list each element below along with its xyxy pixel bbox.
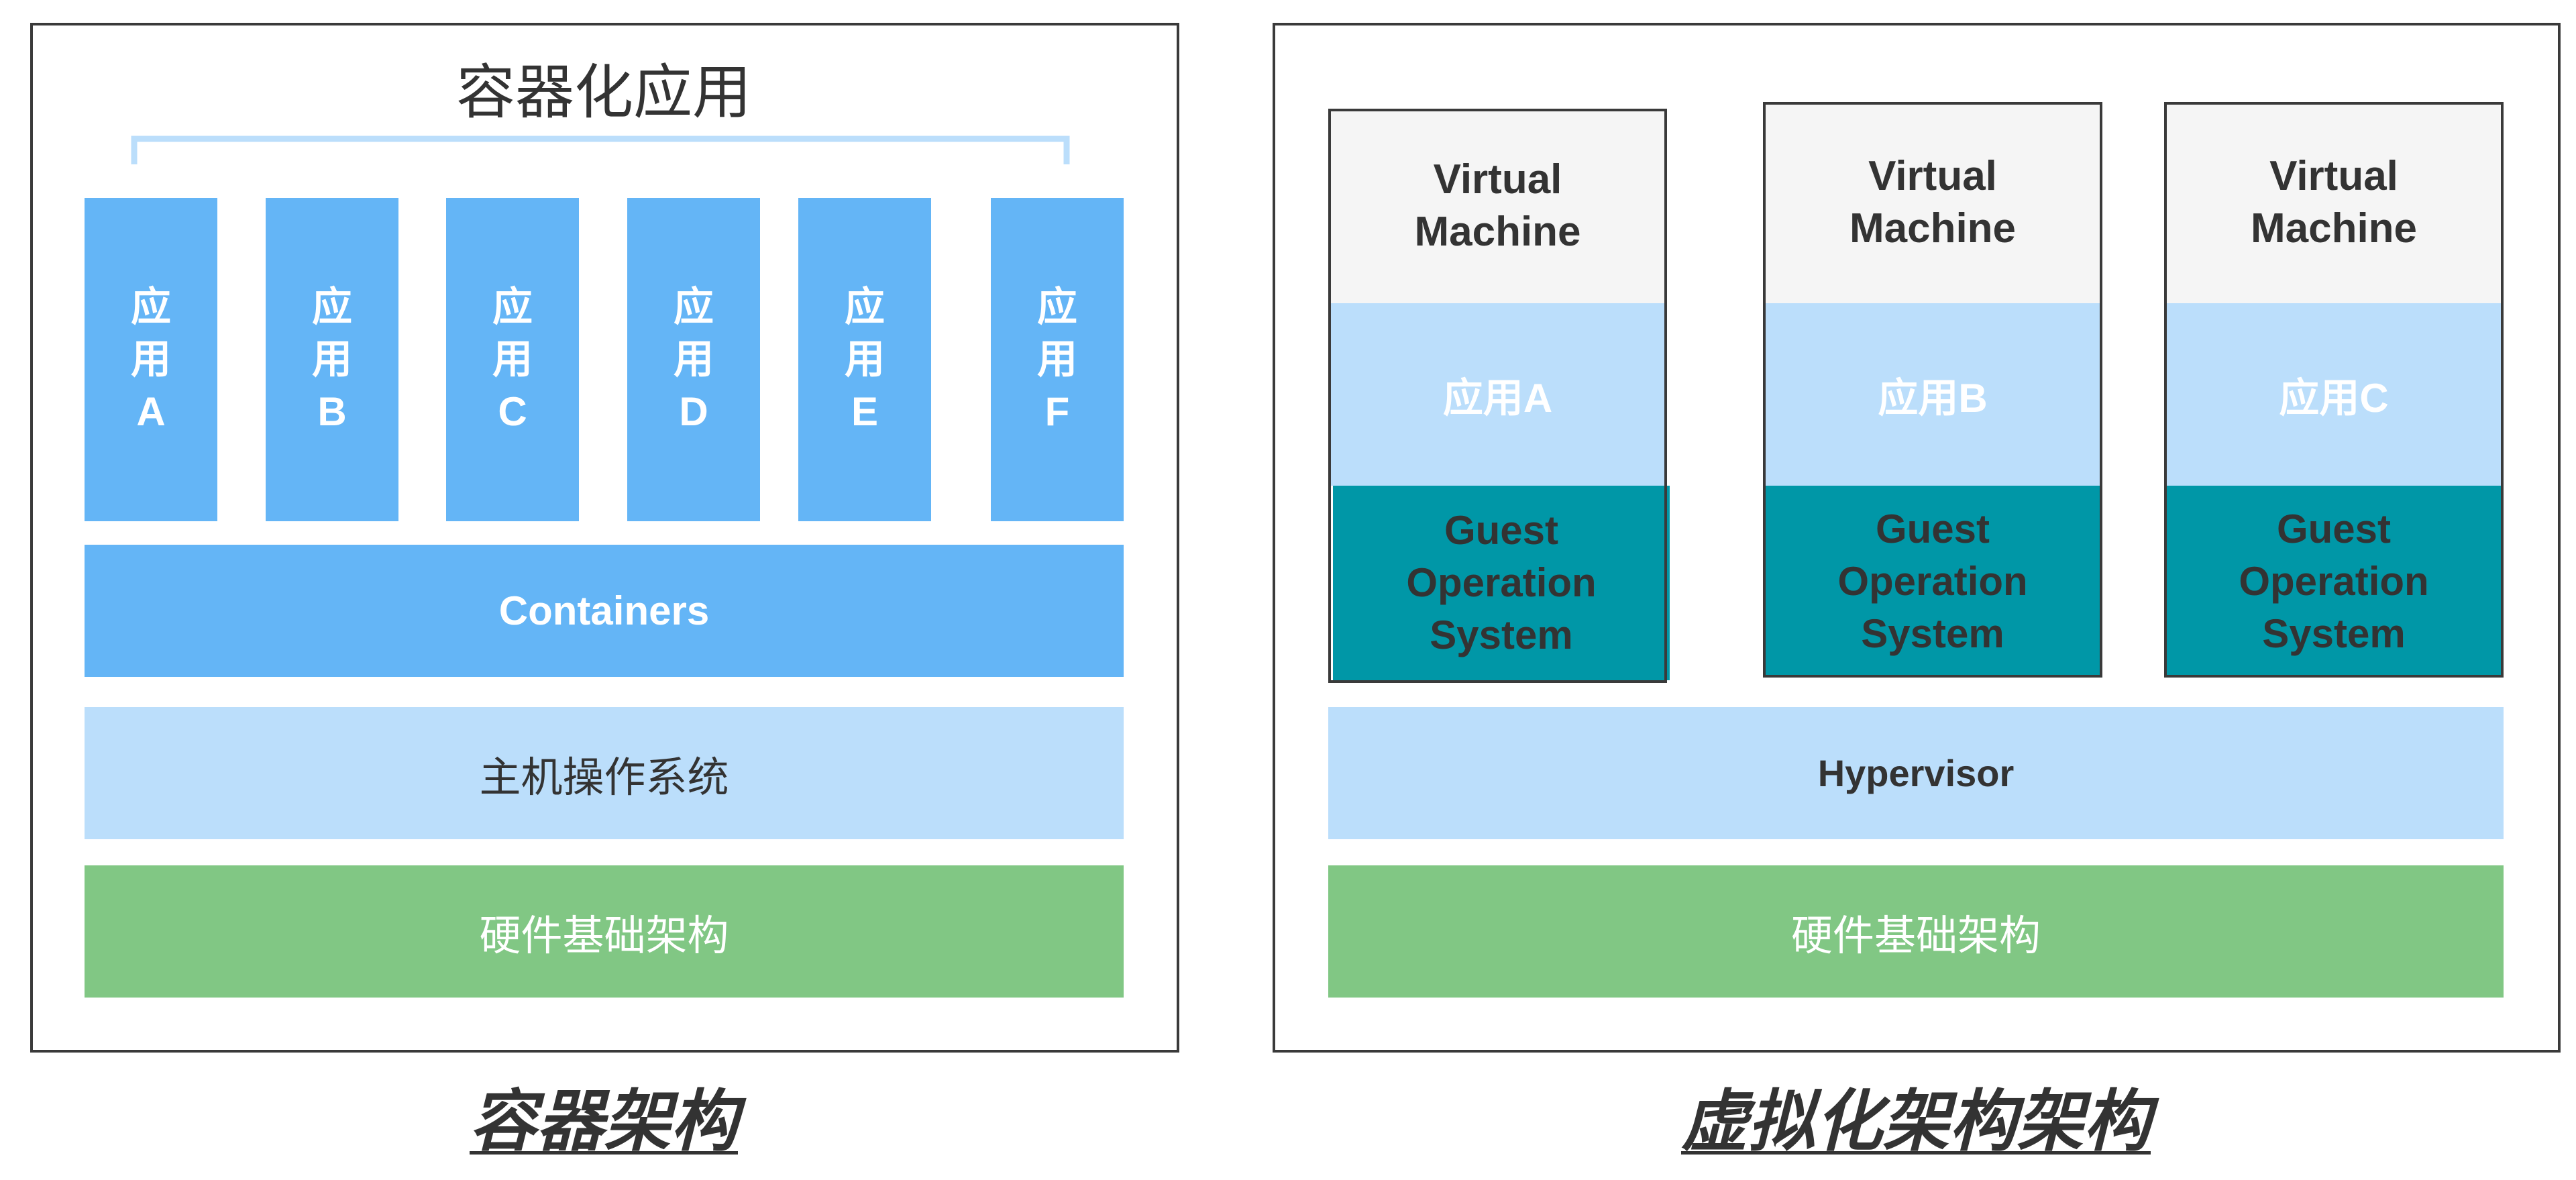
app-d-block: 应 用 D — [627, 198, 760, 521]
vm-1-outline — [1328, 109, 1667, 683]
host-os-layer: 主机操作系统 — [85, 707, 1124, 839]
app-c-block: 应 用 C — [446, 198, 579, 521]
apps-bracket — [131, 136, 1070, 164]
vm-hardware-layer: 硬件基础架构 — [1328, 865, 2504, 998]
hypervisor-layer: Hypervisor — [1328, 707, 2504, 839]
vm-architecture-caption: 虚拟化架构架构 — [1681, 1084, 2151, 1159]
vm-2-outline — [1763, 102, 2102, 678]
container-hardware-layer: 硬件基础架构 — [85, 865, 1124, 998]
app-f-block: 应 用 F — [991, 198, 1124, 521]
vm-3-outline — [2164, 102, 2504, 678]
app-e-block: 应 用 E — [798, 198, 931, 521]
container-architecture-caption: 容器架构 — [470, 1084, 738, 1159]
app-b-block: 应 用 B — [266, 198, 398, 521]
containerized-apps-heading: 容器化应用 — [455, 58, 751, 125]
app-a-block: 应 用 A — [85, 198, 217, 521]
containers-layer: Containers — [85, 545, 1124, 677]
